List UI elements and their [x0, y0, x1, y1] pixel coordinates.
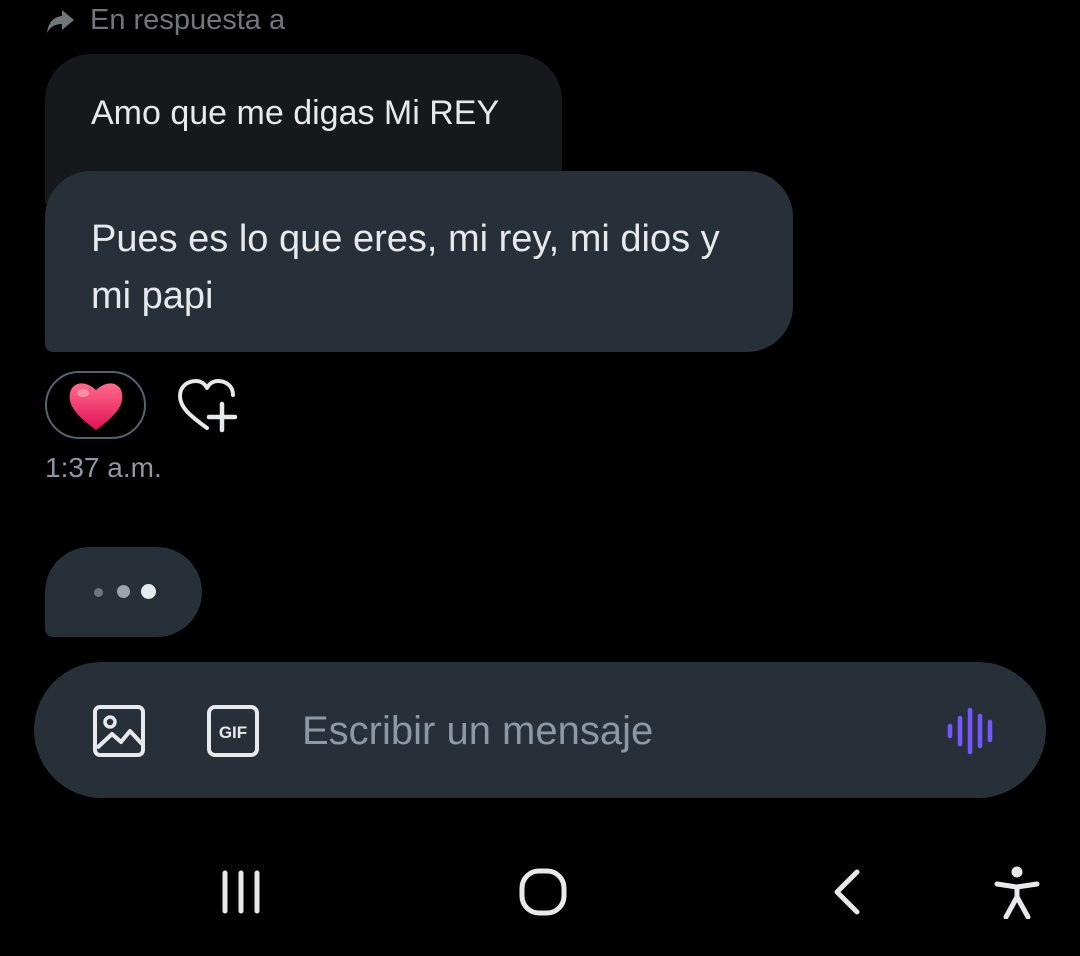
reply-header: En respuesta a: [44, 0, 285, 40]
message-bubble[interactable]: Pues es lo que eres, mi rey, mi dios y m…: [45, 171, 793, 352]
reply-header-label: En respuesta a: [90, 3, 286, 36]
accessibility-button[interactable]: [986, 860, 1048, 924]
image-icon: [92, 704, 146, 758]
voice-message-button[interactable]: [946, 704, 1000, 758]
add-reaction-button[interactable]: [176, 378, 238, 436]
gif-label: GIF: [219, 723, 247, 742]
message-composer: GIF: [34, 662, 1046, 798]
accessibility-icon: [993, 865, 1041, 919]
recents-button[interactable]: [210, 860, 272, 924]
add-gif-button[interactable]: GIF: [206, 704, 260, 758]
add-image-button[interactable]: [92, 704, 146, 758]
voice-wave-icon: [946, 704, 1000, 758]
dm-conversation: En respuesta a Amo que me digas Mi REY P…: [0, 0, 1080, 956]
gif-icon: GIF: [206, 704, 260, 758]
system-navigation-bar: [0, 840, 1080, 956]
back-icon: [827, 867, 867, 917]
quoted-message-text: Amo que me digas Mi REY: [91, 94, 500, 132]
heart-reaction-button[interactable]: [45, 371, 146, 439]
heart-plus-icon: [176, 378, 238, 436]
back-button[interactable]: [816, 860, 878, 924]
message-timestamp: 1:37 a.m.: [45, 452, 162, 483]
typing-dot: [94, 588, 103, 597]
typing-dot: [141, 584, 156, 599]
typing-dot: [117, 585, 130, 598]
recents-icon: [219, 869, 263, 915]
home-icon: [518, 867, 568, 917]
message-input[interactable]: [302, 702, 902, 760]
heart-emoji-icon: [66, 378, 126, 432]
home-button[interactable]: [512, 860, 574, 924]
typing-indicator: [45, 547, 202, 637]
message-text: Pues es lo que eres, mi rey, mi dios y m…: [91, 218, 720, 317]
reply-arrow-icon: [44, 4, 76, 36]
